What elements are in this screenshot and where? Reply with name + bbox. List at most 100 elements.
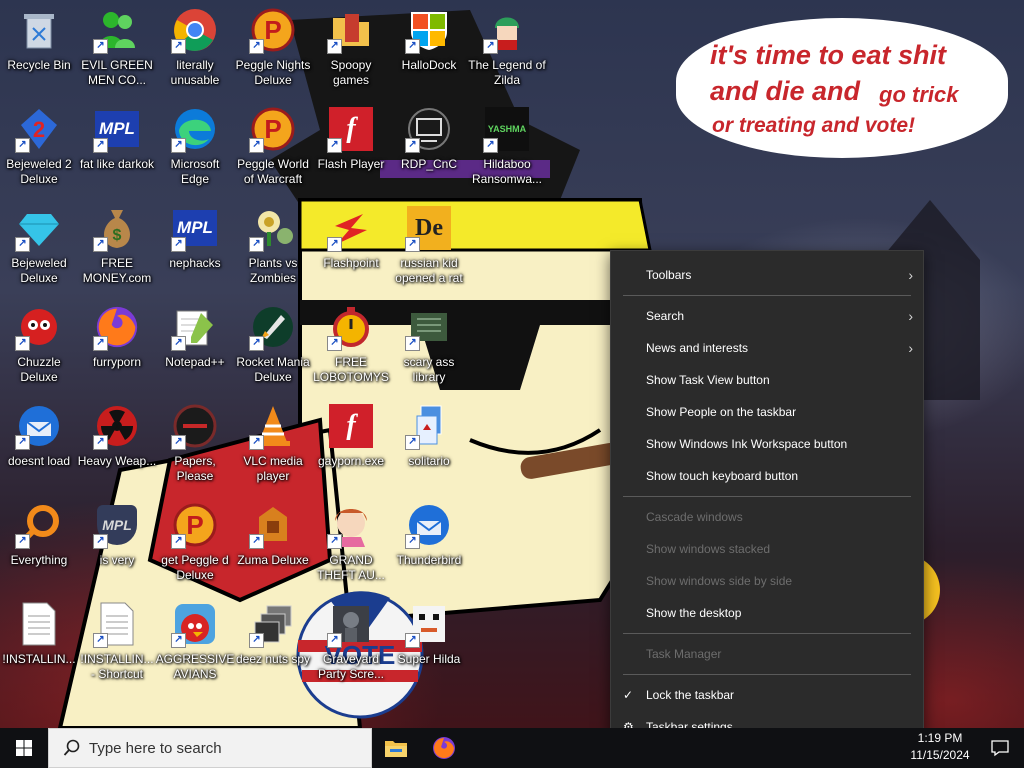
action-center-button[interactable] [976, 728, 1024, 768]
desktop-icon[interactable]: ↗ AGGRESSIVE AVIANS [156, 594, 234, 690]
desktop-icon[interactable]: ↗ Super Hilda [391, 594, 467, 690]
desktop-icon[interactable]: ↗ FREE LOBOTOMYS [313, 297, 389, 393]
recycle-bin-icon [15, 6, 63, 54]
zelda-sprite-icon: ↗ [483, 6, 531, 54]
desktop-icon[interactable]: P ↗ get Peggle d Deluxe [157, 495, 233, 591]
desktop-icon[interactable]: ↗ deez nuts spy [235, 594, 311, 690]
desktop-icon[interactable]: ↗ Plants vs Zombies [235, 198, 311, 294]
shortcut-arrow-icon: ↗ [93, 237, 108, 252]
taskbar-file-explorer[interactable] [372, 728, 420, 768]
desktop-icon[interactable]: De ↗ russian kid opened a rat [391, 198, 467, 294]
desktop-icon[interactable]: ↗ Zuma Deluxe [235, 495, 311, 591]
desktop-icon[interactable]: ↗ Graveyard Party Scre... [313, 594, 389, 690]
context-menu-item[interactable]: Show touch keyboard button [611, 463, 923, 489]
desktop-icon[interactable]: !INSTALLIN... [1, 594, 77, 690]
desktop-icon[interactable]: ↗ Heavy Weap... [77, 396, 157, 492]
desktop-icon[interactable]: ↗ doesnt load [1, 396, 77, 492]
desktop-icon[interactable]: 2 ↗ Bejeweled 2 Deluxe [1, 99, 77, 195]
shortcut-arrow-icon: ↗ [327, 633, 342, 648]
desktop-icon-label: Flashpoint [323, 256, 379, 270]
desktop-icon[interactable]: ↗ solitario [391, 396, 467, 492]
speech-bubble: it's time to eat shit and die and go tri… [676, 18, 1008, 158]
desktop-icon[interactable]: ↗ GRAND THEFT AU... [313, 495, 389, 591]
desktop-icon[interactable]: ↗ Bejeweled Deluxe [1, 198, 77, 294]
desktop-icon[interactable]: f ↗ Flash Player [313, 99, 389, 195]
desktop-icon[interactable]: P ↗ Peggle World of Warcraft [235, 99, 311, 195]
desktop-icon[interactable]: ↗ VLC media player [235, 396, 311, 492]
text-file-icon [15, 600, 63, 648]
taskbar[interactable]: Type here to search 1:19 PM 11/15/2024 [0, 728, 1024, 768]
context-menu-item[interactable]: Taskbar settings ⚙ [611, 714, 923, 728]
windows-shield-icon: ↗ [405, 6, 453, 54]
context-menu-item-label: Task Manager [646, 647, 722, 661]
shortcut-arrow-icon: ↗ [405, 138, 420, 153]
shortcut-arrow-icon: ↗ [405, 237, 420, 252]
desktop-icon-label: RDP_CnC [400, 157, 457, 171]
flashpoint-icon: ↗ [327, 204, 375, 252]
yashma-icon: YASHMA ↗ [483, 105, 531, 153]
desktop-icon[interactable]: ↗ EVIL GREEN MEN CO... [79, 0, 155, 96]
context-menu-item[interactable]: News and interests › [611, 335, 923, 361]
desktop-icon[interactable]: Recycle Bin [1, 0, 77, 96]
desktop-icon-label: !INSTALLIN... [2, 652, 76, 666]
desktop-icon[interactable]: ↗ The Legend of Zilda [468, 0, 546, 96]
desktop-icon[interactable]: MPL ↗ is very [79, 495, 155, 591]
desktop-icon[interactable]: ↗ Papers, Please [157, 396, 233, 492]
context-menu-item[interactable]: Show People on the taskbar [611, 399, 923, 425]
desktop-icon-label: !INSTALLIN... - Shortcut [80, 652, 154, 681]
solitaire-icon: ↗ [405, 402, 453, 450]
desktop-icon[interactable]: ↗ Chuzzle Deluxe [1, 297, 77, 393]
zuma-icon: ↗ [249, 501, 297, 549]
shortcut-arrow-icon: ↗ [405, 534, 420, 549]
desktop-icon-label: Heavy Weap... [77, 454, 157, 468]
desktop-icon-label: Recycle Bin [7, 58, 71, 72]
shortcut-arrow-icon: ↗ [93, 534, 108, 549]
everything-search-icon: ↗ [15, 501, 63, 549]
shortcut-arrow-icon: ↗ [93, 633, 108, 648]
context-menu-item[interactable]: Show Task View button [611, 367, 923, 393]
desktop-icon[interactable]: MPL ↗ fat like darkok [79, 99, 155, 195]
taskbar-search-box[interactable]: Type here to search [48, 728, 372, 768]
desktop-icon[interactable]: ↗ Microsoft Edge [157, 99, 233, 195]
desktop-icon[interactable]: ↗ literally unusable [157, 0, 233, 96]
shortcut-arrow-icon: ↗ [15, 237, 30, 252]
desktop-icon-label: Papers, Please [174, 454, 216, 483]
taskbar-firefox[interactable] [420, 728, 468, 768]
desktop-icon[interactable]: ↗ RDP_CnC [391, 99, 467, 195]
context-menu-item[interactable]: Lock the taskbar ✓ [611, 682, 923, 708]
chuzzle-icon: ↗ [15, 303, 63, 351]
desktop-icon[interactable]: f gayporn.exe [313, 396, 389, 492]
speech-line-4: or treating and vote! [712, 114, 916, 137]
desktop-icon[interactable]: MPL ↗ nephacks [157, 198, 233, 294]
desktop-icon[interactable]: ↗ Rocket Mania Deluxe [235, 297, 311, 393]
desktop-icon-label: is very [99, 553, 135, 567]
desktop-icon[interactable]: ↗ !INSTALLIN... - Shortcut [79, 594, 155, 690]
taskbar-clock[interactable]: 1:19 PM 11/15/2024 [904, 730, 976, 764]
context-menu-item[interactable]: Toolbars › [611, 262, 923, 288]
desktop-icon-label: EVIL GREEN MEN CO... [81, 58, 153, 87]
context-menu-item[interactable]: Show the desktop [611, 600, 923, 626]
desktop-icon[interactable]: ↗ Thunderbird [391, 495, 467, 591]
desktop-icon[interactable]: ↗ furryporn [79, 297, 155, 393]
desktop-icon[interactable]: ↗ HalloDock [391, 0, 467, 96]
desktop-icon[interactable]: ↗ Everything [1, 495, 77, 591]
desktop-icon[interactable]: ↗ scary ass library [391, 297, 467, 393]
desktop-icon[interactable]: ↗ Flashpoint [313, 198, 389, 294]
desktop-icon[interactable]: ↗ Notepad++ [157, 297, 233, 393]
desktop-icon[interactable]: P ↗ Peggle Nights Deluxe [235, 0, 311, 96]
shortcut-arrow-icon: ↗ [15, 336, 30, 351]
start-button[interactable] [0, 728, 48, 768]
notification-icon [991, 740, 1009, 757]
context-menu-item[interactable]: Search › [611, 303, 923, 329]
svg-text:2: 2 [33, 117, 45, 142]
desktop-icon[interactable]: $ ↗ FREE MONEY.com [79, 198, 155, 294]
shortcut-arrow-icon: ↗ [15, 534, 30, 549]
shortcut-arrow-icon: ↗ [249, 435, 264, 450]
desktop-icon[interactable]: ↗ Spoopy games [313, 0, 389, 96]
desktop[interactable]: VOTE it's time to eat shit and die and g… [0, 0, 1024, 728]
rocket-mania-icon: ↗ [249, 303, 297, 351]
desktop-icon[interactable]: YASHMA ↗ Hildaboo Ransomwa... [469, 99, 545, 195]
shortcut-arrow-icon: ↗ [327, 336, 342, 351]
context-menu-item[interactable]: Show Windows Ink Workspace button [611, 431, 923, 457]
desktop-icon-label: HalloDock [401, 58, 457, 72]
